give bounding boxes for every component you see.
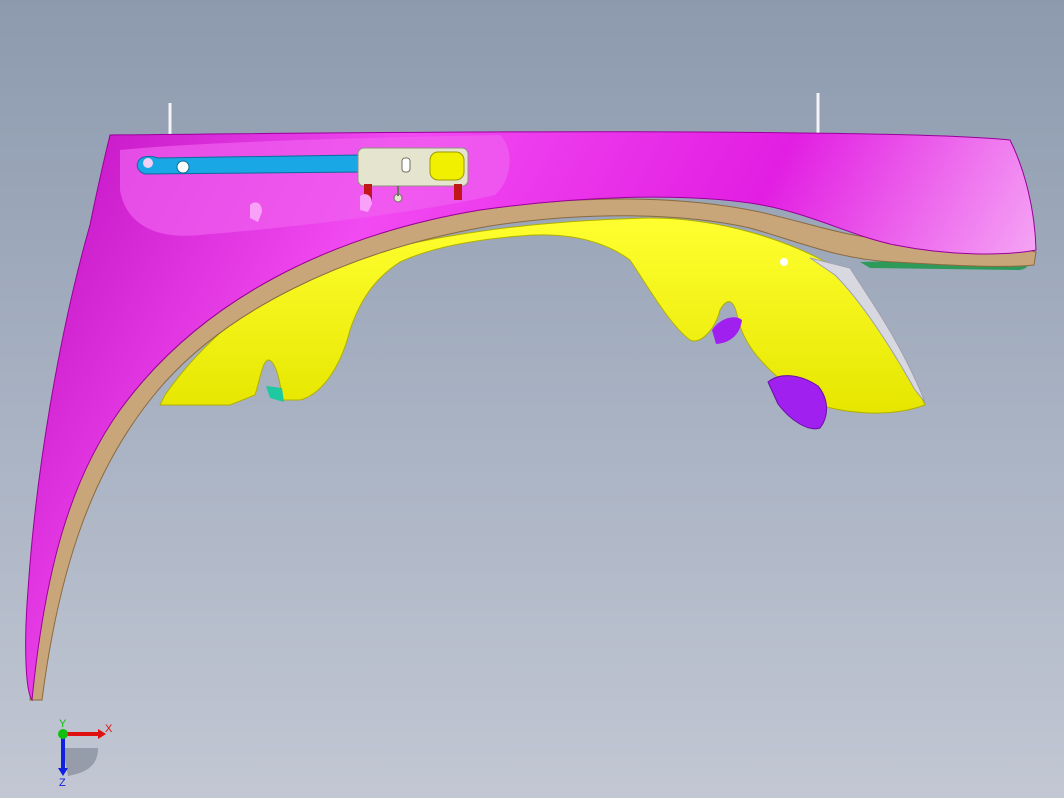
bracket-hole bbox=[176, 160, 190, 174]
triad-y-axis bbox=[58, 729, 68, 739]
bracket-end bbox=[143, 158, 153, 168]
bracket-bar[interactable] bbox=[136, 154, 363, 175]
clip-leg-right bbox=[454, 184, 462, 200]
triad-x-label: X bbox=[105, 723, 113, 735]
triad-z-arrow bbox=[58, 768, 68, 776]
teal-clip bbox=[266, 386, 284, 402]
fender-model[interactable] bbox=[0, 0, 1064, 798]
coordinate-triad: X Y Z bbox=[48, 718, 118, 789]
liner-hole bbox=[780, 258, 788, 266]
clip-tab bbox=[429, 151, 465, 181]
triad-shadow bbox=[63, 748, 98, 776]
cad-viewport[interactable]: X Y Z bbox=[0, 0, 1064, 798]
triad-z-label: Z bbox=[59, 777, 66, 788]
triad-y-label: Y bbox=[59, 718, 67, 730]
clip-slot bbox=[401, 157, 411, 173]
